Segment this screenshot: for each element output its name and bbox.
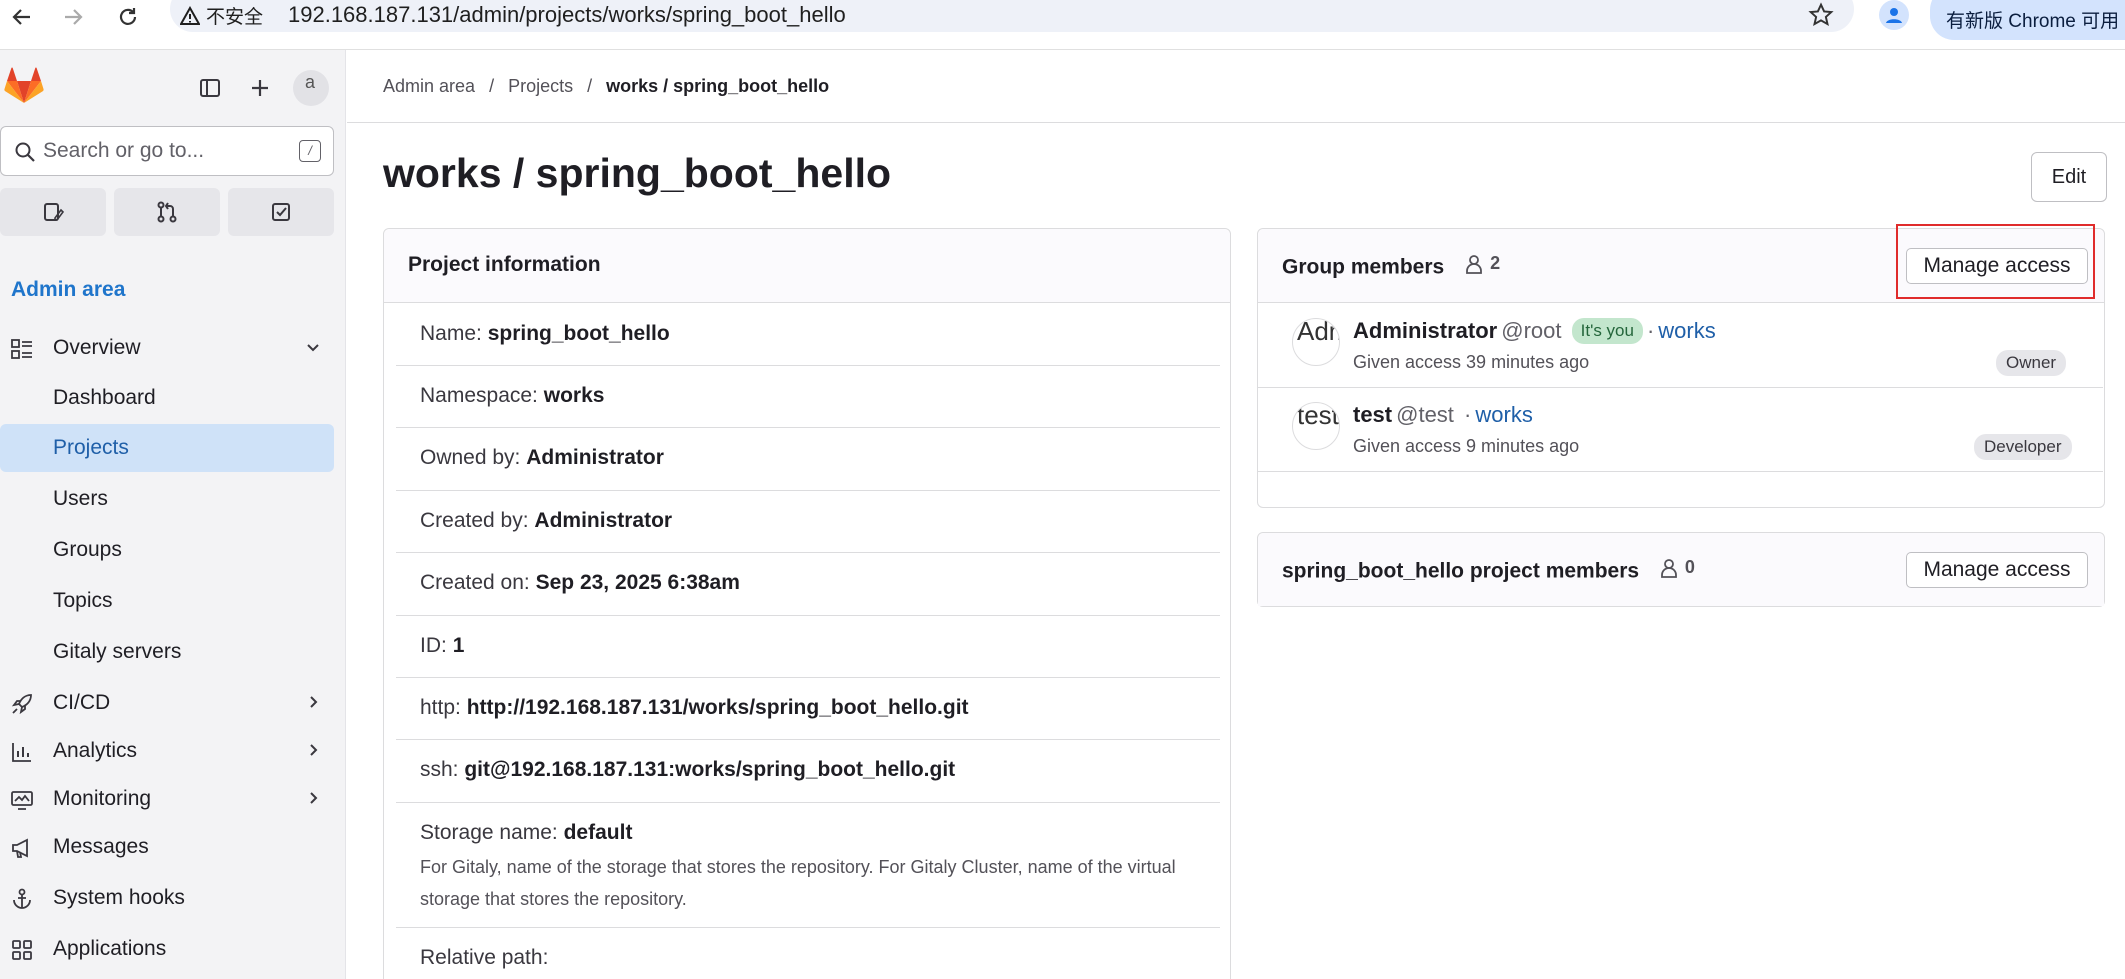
- info-row-storage-name: Storage name: default For Gitaly, name o…: [396, 803, 1220, 928]
- member-handle: @root: [1501, 318, 1562, 343]
- todos-button[interactable]: [228, 188, 334, 236]
- sidebar-item-gitaly-servers[interactable]: Gitaly servers: [0, 628, 334, 676]
- sidebar-item-groups[interactable]: Groups: [0, 526, 334, 574]
- search-shortcut: /: [299, 140, 321, 162]
- sidebar-item-applications[interactable]: Applications: [0, 925, 334, 973]
- browser-toolbar: 不安全 192.168.187.131/admin/projects/works…: [0, 0, 2125, 50]
- user-icon: [1466, 254, 1482, 274]
- group-members-title: Group members: [1282, 255, 1445, 279]
- its-you-badge: It's you: [1571, 318, 1643, 344]
- info-row-name: Name: spring_boot_hello: [396, 304, 1220, 366]
- breadcrumb-admin-area[interactable]: Admin area: [383, 76, 475, 97]
- breadcrumb-current[interactable]: works / spring_boot_hello: [606, 76, 829, 97]
- breadcrumb-separator: /: [587, 76, 593, 96]
- role-badge: Developer: [1974, 434, 2072, 460]
- gitlab-logo-icon[interactable]: [4, 67, 44, 105]
- info-row-relative-path: Relative path:: [420, 946, 549, 969]
- member-row: test test @test · works Given access 9 min…: [1258, 388, 2103, 472]
- apps-icon: [10, 938, 34, 962]
- role-badge: Owner: [1996, 350, 2067, 376]
- issues-icon: [44, 203, 65, 221]
- divider: [347, 122, 2125, 123]
- reload-icon[interactable]: [108, 0, 148, 34]
- rocket-icon: [10, 692, 34, 716]
- overview-icon: [10, 337, 34, 361]
- chevron-down-icon: [304, 338, 322, 362]
- member-name[interactable]: test: [1353, 402, 1392, 427]
- monitor-icon: [10, 788, 34, 812]
- anchor-icon: [10, 887, 34, 911]
- project-members-card: spring_boot_hello project members 0 Mana…: [1257, 532, 2105, 607]
- info-row-id: ID: 1: [396, 616, 1220, 678]
- chrome-update-button[interactable]: 有新版 Chrome 可用: [1930, 0, 2125, 40]
- chevron-right-icon: [304, 789, 322, 813]
- sidebar-item-system-hooks[interactable]: System hooks: [0, 874, 334, 922]
- sidebar-item-projects[interactable]: Projects: [0, 424, 334, 472]
- member-count: 0: [1659, 557, 1695, 578]
- user-avatar[interactable]: a: [293, 70, 329, 106]
- member-group-link[interactable]: works: [1475, 402, 1532, 427]
- info-row-created-by: Created by: Administrator: [396, 491, 1220, 553]
- sidebar-item-users[interactable]: Users: [0, 475, 334, 523]
- merge-request-icon: [157, 201, 177, 223]
- plus-icon[interactable]: [240, 68, 280, 108]
- bookmark-star-icon[interactable]: [1806, 0, 1836, 30]
- chevron-right-icon: [304, 693, 322, 717]
- breadcrumb-projects[interactable]: Projects: [508, 76, 573, 97]
- info-row-owned-by: Owned by: Administrator: [396, 428, 1220, 491]
- member-row: Adm Administrator@root It's you·works Gi…: [1258, 304, 2103, 388]
- merge-requests-button[interactable]: [114, 188, 220, 236]
- sidebar-item-topics[interactable]: Topics: [0, 577, 334, 625]
- search-input[interactable]: Search or go to... /: [0, 126, 334, 176]
- info-row-ssh: ssh: git@192.168.187.131:works/spring_bo…: [396, 740, 1220, 803]
- given-access-text: Given access 39 minutes ago: [1353, 352, 1590, 372]
- chevron-right-icon: [304, 741, 322, 765]
- warning-icon: [180, 5, 200, 25]
- info-row-created-on: Created on: Sep 23, 2025 6:38am: [396, 553, 1220, 616]
- member-name[interactable]: Administrator: [1353, 318, 1497, 343]
- page-title: works / spring_boot_hello: [383, 150, 892, 196]
- member-handle: @test: [1396, 402, 1454, 427]
- breadcrumb-separator: /: [489, 76, 495, 96]
- info-row-namespace: Namespace: works: [396, 366, 1220, 428]
- chart-icon: [10, 740, 34, 764]
- member-avatar[interactable]: Adm: [1292, 318, 1340, 366]
- project-info-title: Project information: [408, 253, 601, 276]
- member-avatar[interactable]: test: [1292, 402, 1340, 450]
- manage-access-button[interactable]: Manage access: [1906, 552, 2088, 588]
- search-placeholder: Search or go to...: [43, 139, 205, 162]
- sidebar-toggle-icon[interactable]: [190, 68, 230, 108]
- sidebar-section-title: Admin area: [11, 278, 126, 301]
- edit-button[interactable]: Edit: [2031, 152, 2107, 202]
- profile-icon[interactable]: [1879, 0, 1909, 30]
- highlight-box: [1896, 224, 2095, 299]
- todo-icon: [272, 203, 290, 221]
- sidebar-item-messages[interactable]: Messages: [0, 823, 334, 871]
- sidebar-item-cicd[interactable]: CI/CD: [0, 679, 334, 727]
- back-icon[interactable]: [2, 0, 42, 34]
- megaphone-icon: [10, 836, 34, 860]
- search-icon: [15, 142, 35, 162]
- security-warning[interactable]: 不安全: [180, 2, 263, 29]
- sidebar-item-analytics[interactable]: Analytics: [0, 727, 334, 775]
- project-info-card: Project information Name: spring_boot_he…: [383, 228, 1231, 979]
- project-members-title: spring_boot_hello project members: [1282, 559, 1640, 583]
- member-group-link[interactable]: works: [1658, 318, 1715, 343]
- storage-help-text: For Gitaly, name of the storage that sto…: [420, 857, 1176, 909]
- user-icon: [1661, 558, 1677, 578]
- given-access-text: Given access 9 minutes ago: [1353, 436, 1580, 456]
- security-warning-label: 不安全: [206, 7, 264, 28]
- project-info-header: Project information: [384, 229, 1230, 303]
- main-content: Admin area / Projects / works / spring_b…: [347, 50, 2125, 979]
- member-count: 2: [1464, 253, 1500, 274]
- sidebar-item-dashboard[interactable]: Dashboard: [0, 374, 334, 422]
- info-row-http: http: http://192.168.187.131/works/sprin…: [396, 678, 1220, 740]
- sidebar: a Search or go to... / Admin area Overvi…: [0, 50, 346, 979]
- sidebar-item-monitoring[interactable]: Monitoring: [0, 775, 334, 823]
- breadcrumb: Admin area / Projects / works / spring_b…: [383, 76, 829, 97]
- url-text[interactable]: 192.168.187.131/admin/projects/works/spr…: [288, 2, 846, 28]
- issues-button[interactable]: [0, 188, 106, 236]
- sidebar-item-overview[interactable]: Overview: [0, 324, 334, 372]
- forward-icon[interactable]: [53, 0, 93, 34]
